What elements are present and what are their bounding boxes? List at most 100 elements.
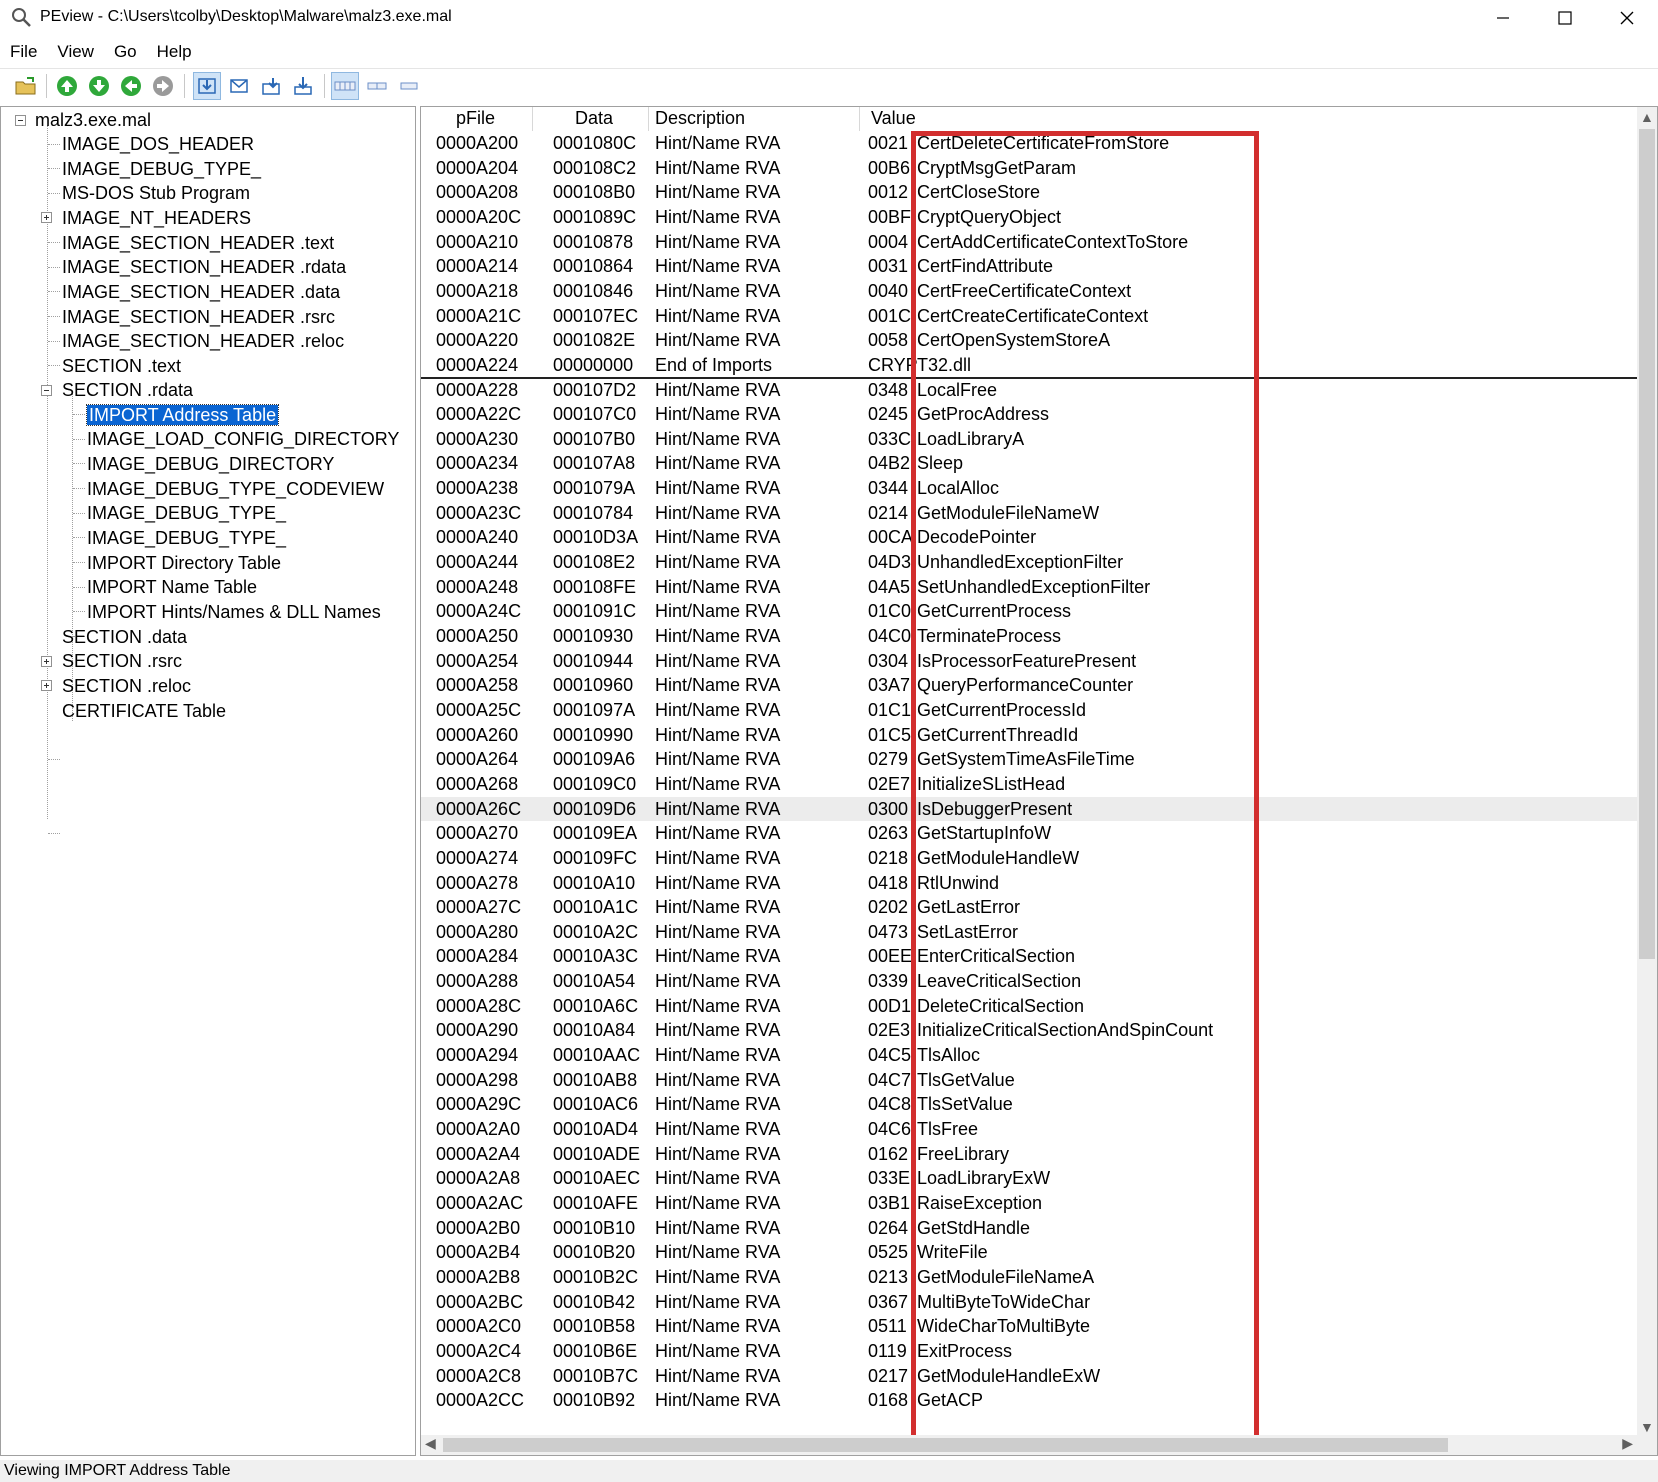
table-row[interactable]: 0000A268 000109C0 Hint/Name RVA 02E7 Initial… bbox=[421, 772, 1639, 797]
table-row[interactable]: 0000A218 00010846 Hint/Name RVA 0040 CertFre… bbox=[421, 279, 1639, 304]
table-row[interactable]: 0000A290 00010A84 Hint/Name RVA 02E3 Initial… bbox=[421, 1018, 1639, 1043]
table-row[interactable]: 0000A228 000107D2 Hint/Name RVA 0348 LocalFr… bbox=[421, 378, 1639, 403]
layout-narrow-button[interactable] bbox=[395, 72, 423, 100]
tree-item[interactable]: IMAGE_SECTION_HEADER .data bbox=[62, 280, 340, 304]
tree-item[interactable]: IMAGE_DOS_HEADER bbox=[62, 132, 254, 156]
column-header-data[interactable]: Data bbox=[575, 108, 613, 129]
view-byte-button[interactable] bbox=[193, 72, 221, 100]
column-header-description[interactable]: Description bbox=[655, 108, 745, 129]
table-row[interactable]: 0000A2A8 00010AEC Hint/Name RVA 033E LoadLib… bbox=[421, 1166, 1639, 1191]
table-row[interactable]: 0000A234 000107A8 Hint/Name RVA 04B2 Sleep bbox=[421, 451, 1639, 476]
column-divider[interactable] bbox=[532, 107, 533, 131]
table-row[interactable]: 0000A294 00010AAC Hint/Name RVA 04C5 TlsAllo… bbox=[421, 1043, 1639, 1068]
tree-root[interactable]: malz3.exe.mal bbox=[35, 108, 151, 132]
view-dword-button[interactable] bbox=[257, 72, 285, 100]
menu-view[interactable]: View bbox=[47, 38, 104, 66]
view-qword-button[interactable] bbox=[289, 72, 317, 100]
go-up-button[interactable] bbox=[53, 72, 81, 100]
scroll-down-icon[interactable]: ▼ bbox=[1640, 1419, 1654, 1435]
go-down-button[interactable] bbox=[85, 72, 113, 100]
table-row[interactable]: 0000A20C 0001089C Hint/Name RVA 00BF CryptQu… bbox=[421, 205, 1639, 230]
table-row[interactable]: 0000A238 0001079A Hint/Name RVA 0344 LocalAl… bbox=[421, 476, 1639, 501]
table-row[interactable]: 0000A210 00010878 Hint/Name RVA 0004 CertAdd… bbox=[421, 230, 1639, 255]
table-row[interactable]: 0000A21C 000107EC Hint/Name RVA 001C CertCre… bbox=[421, 304, 1639, 329]
tree-item[interactable]: IMAGE_DEBUG_TYPE_ bbox=[87, 501, 286, 525]
tree-item[interactable]: IMPORT Directory Table bbox=[87, 551, 281, 575]
table-row[interactable]: 0000A288 00010A54 Hint/Name RVA 0339 LeaveCr… bbox=[421, 969, 1639, 994]
table-row[interactable]: 0000A2C0 00010B58 Hint/Name RVA 0511 WideCha… bbox=[421, 1314, 1639, 1339]
scroll-up-icon[interactable]: ▲ bbox=[1640, 109, 1654, 125]
tree-item[interactable]: IMAGE_DEBUG_DIRECTORY bbox=[87, 452, 334, 476]
table-row[interactable]: 0000A23C 00010784 Hint/Name RVA 0214 GetModu… bbox=[421, 501, 1639, 526]
go-forward-button[interactable] bbox=[149, 72, 177, 100]
collapse-toggle[interactable] bbox=[41, 385, 52, 396]
horizontal-scrollbar[interactable]: ◀ ▶ bbox=[421, 1435, 1639, 1455]
tree-item[interactable]: IMAGE_DEBUG_TYPE_ bbox=[62, 157, 261, 181]
table-row[interactable]: 0000A2C8 00010B7C Hint/Name RVA 0217 GetModu… bbox=[421, 1364, 1639, 1389]
layout-wide-button[interactable] bbox=[331, 72, 359, 100]
tree-item[interactable]: SECTION .rsrc bbox=[62, 649, 182, 673]
table-row[interactable]: 0000A28C 00010A6C Hint/Name RVA 00D1 DeleteC… bbox=[421, 994, 1639, 1019]
table-row[interactable]: 0000A2C4 00010B6E Hint/Name RVA 0119 ExitPro… bbox=[421, 1339, 1639, 1364]
tree-item[interactable]: IMAGE_SECTION_HEADER .rdata bbox=[62, 255, 346, 279]
scroll-left-icon[interactable]: ◀ bbox=[425, 1435, 436, 1452]
tree-item[interactable]: SECTION .rdata bbox=[62, 378, 193, 402]
menu-help[interactable]: Help bbox=[147, 38, 202, 66]
minimize-button[interactable] bbox=[1472, 0, 1534, 36]
menu-go[interactable]: Go bbox=[104, 38, 147, 66]
table-row[interactable]: 0000A2A0 00010AD4 Hint/Name RVA 04C6 TlsFree bbox=[421, 1117, 1639, 1142]
expand-toggle[interactable] bbox=[41, 680, 52, 691]
table-row[interactable]: 0000A254 00010944 Hint/Name RVA 0304 IsProce… bbox=[421, 649, 1639, 674]
table-row[interactable]: 0000A298 00010AB8 Hint/Name RVA 04C7 TlsGetV… bbox=[421, 1068, 1639, 1093]
tree-item-selected[interactable]: IMPORT Address Table bbox=[85, 403, 280, 427]
detail-list[interactable]: pFile Data Description Value 0000A200 000… bbox=[420, 106, 1658, 1456]
table-row[interactable]: 0000A27C 00010A1C Hint/Name RVA 0202 GetLast… bbox=[421, 895, 1639, 920]
table-row[interactable]: 0000A26C 000109D6 Hint/Name RVA 0300 IsDebug… bbox=[421, 796, 1639, 822]
tree-item[interactable]: IMAGE_DEBUG_TYPE_ bbox=[87, 526, 286, 550]
table-row[interactable]: 0000A278 00010A10 Hint/Name RVA 0418 RtlUnwi… bbox=[421, 871, 1639, 896]
go-back-button[interactable] bbox=[117, 72, 145, 100]
expand-toggle[interactable] bbox=[41, 212, 52, 223]
table-row[interactable]: 0000A244 000108E2 Hint/Name RVA 04D3 Unhandl… bbox=[421, 550, 1639, 575]
expand-toggle[interactable] bbox=[41, 656, 52, 667]
table-row[interactable]: 0000A230 000107B0 Hint/Name RVA 033C LoadLib… bbox=[421, 427, 1639, 452]
table-row[interactable]: 0000A2BC 00010B42 Hint/Name RVA 0367 MultiBy… bbox=[421, 1290, 1639, 1315]
table-row[interactable]: 0000A224 00000000 End of Imports CRYP T32.dl… bbox=[421, 353, 1639, 378]
table-row[interactable]: 0000A29C 00010AC6 Hint/Name RVA 04C8 TlsSetV… bbox=[421, 1092, 1639, 1117]
menu-file[interactable]: File bbox=[0, 38, 47, 66]
tree-item[interactable]: IMPORT Hints/Names & DLL Names bbox=[87, 600, 381, 624]
tree-item[interactable]: SECTION .data bbox=[62, 625, 187, 649]
tree-item[interactable]: MS-DOS Stub Program bbox=[62, 181, 250, 205]
table-row[interactable]: 0000A24C 0001091C Hint/Name RVA 01C0 GetCurr… bbox=[421, 599, 1639, 624]
open-file-button[interactable] bbox=[12, 72, 40, 100]
table-row[interactable]: 0000A2A4 00010ADE Hint/Name RVA 0162 FreeLib… bbox=[421, 1142, 1639, 1167]
tree-item[interactable]: CERTIFICATE Table bbox=[62, 699, 226, 723]
table-row[interactable]: 0000A240 00010D3A Hint/Name RVA 00CA DecodeP… bbox=[421, 525, 1639, 550]
tree-item[interactable]: IMAGE_DEBUG_TYPE_CODEVIEW bbox=[87, 477, 384, 501]
table-row[interactable]: 0000A25C 0001097A Hint/Name RVA 01C1 GetCurr… bbox=[421, 698, 1639, 723]
layout-medium-button[interactable] bbox=[363, 72, 391, 100]
table-row[interactable]: 0000A214 00010864 Hint/Name RVA 0031 CertFin… bbox=[421, 254, 1639, 279]
column-header-pfile[interactable]: pFile bbox=[456, 108, 495, 129]
column-divider[interactable] bbox=[648, 107, 649, 131]
table-row[interactable]: 0000A250 00010930 Hint/Name RVA 04C0 Termina… bbox=[421, 624, 1639, 649]
table-row[interactable]: 0000A22C 000107C0 Hint/Name RVA 0245 GetProc… bbox=[421, 402, 1639, 427]
tree-item[interactable]: IMAGE_SECTION_HEADER .text bbox=[62, 231, 334, 255]
tree-view[interactable]: malz3.exe.mal IMAGE_DOS_HEADER IMAGE_DEB… bbox=[0, 106, 416, 1456]
table-row[interactable]: 0000A248 000108FE Hint/Name RVA 04A5 SetUnha… bbox=[421, 575, 1639, 600]
table-row[interactable]: 0000A258 00010960 Hint/Name RVA 03A7 QueryPe… bbox=[421, 673, 1639, 698]
column-header-value[interactable]: Value bbox=[871, 108, 916, 129]
table-row[interactable]: 0000A274 000109FC Hint/Name RVA 0218 GetModu… bbox=[421, 846, 1639, 871]
tree-item[interactable]: SECTION .reloc bbox=[62, 674, 191, 698]
tree-item[interactable]: IMAGE_SECTION_HEADER .reloc bbox=[62, 329, 344, 353]
scroll-thumb[interactable] bbox=[443, 1438, 1448, 1452]
scroll-thumb[interactable] bbox=[1639, 129, 1655, 959]
table-row[interactable]: 0000A284 00010A3C Hint/Name RVA 00EE EnterCr… bbox=[421, 944, 1639, 969]
table-row[interactable]: 0000A204 000108C2 Hint/Name RVA 00B6 CryptMs… bbox=[421, 156, 1639, 181]
tree-item[interactable]: IMAGE_NT_HEADERS bbox=[62, 206, 251, 230]
view-word-button[interactable] bbox=[225, 72, 253, 100]
table-row[interactable]: 0000A200 0001080C Hint/Name RVA 0021 CertDel… bbox=[421, 131, 1639, 156]
collapse-toggle[interactable] bbox=[15, 115, 26, 126]
table-row[interactable]: 0000A2AC 00010AFE Hint/Name RVA 03B1 RaiseEx… bbox=[421, 1191, 1639, 1216]
tree-item[interactable]: IMAGE_LOAD_CONFIG_DIRECTORY bbox=[87, 427, 399, 451]
